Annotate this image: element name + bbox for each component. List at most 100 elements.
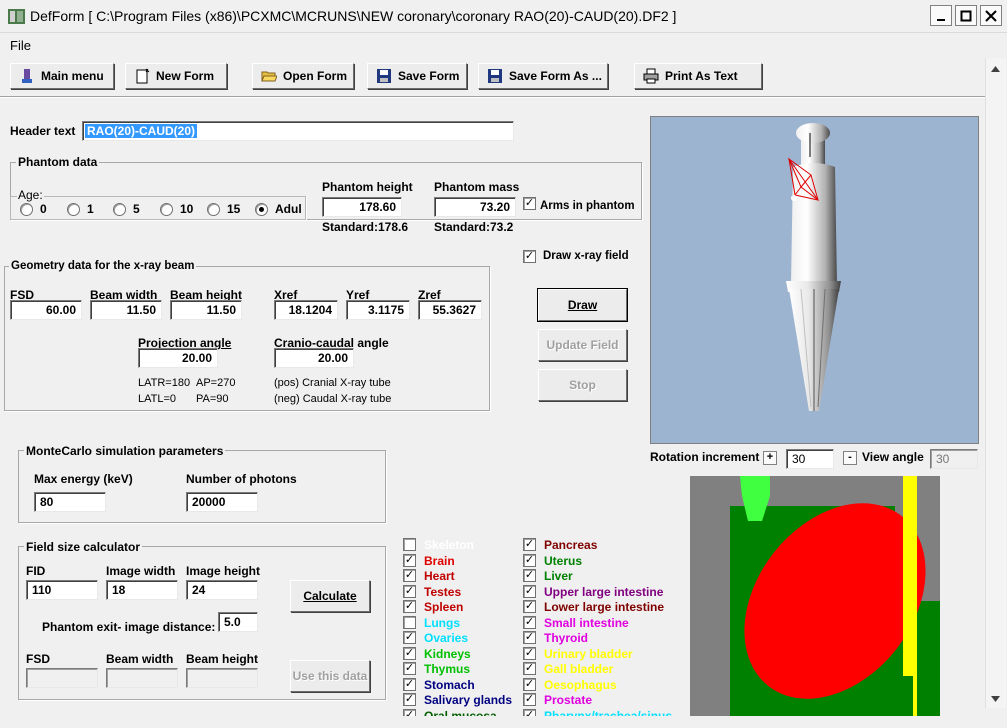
age-radio-1[interactable] [67, 203, 80, 216]
beam-height-input[interactable]: 11.50 [170, 300, 242, 320]
age-radio-0[interactable] [20, 203, 33, 216]
organ-checkbox[interactable]: ✓ [403, 631, 416, 644]
organ-checkbox[interactable]: ✓ [523, 584, 536, 598]
window-title: DefForm [ C:\Program Files (x86)\PCXMC\M… [30, 8, 677, 24]
update-field-button[interactable]: Update Field [538, 329, 627, 361]
arms-checkbox[interactable]: ✓ [523, 197, 536, 210]
photons-label: Number of photons [186, 472, 297, 486]
view-angle-label: View angle [862, 450, 924, 464]
open-form-button[interactable]: Open Form [252, 63, 354, 89]
save-form-as-button[interactable]: Save Form As ... [478, 63, 608, 89]
header-text-label: Header text [10, 124, 76, 138]
organ-checkbox[interactable]: ✓ [523, 646, 536, 660]
folder-open-icon [261, 71, 277, 82]
close-icon[interactable] [980, 5, 1002, 26]
organ-label: Spleen [424, 600, 464, 614]
organ-checkbox[interactable]: ✓ [523, 662, 536, 675]
slice-view[interactable] [690, 476, 940, 726]
draw-button[interactable]: Draw [537, 288, 628, 322]
organ-checkbox[interactable]: ✓ [403, 646, 416, 660]
image-height-input[interactable]: 24 [186, 580, 258, 600]
organ-checkbox[interactable]: ✓ [523, 538, 536, 551]
organ-checkbox[interactable]: ✓ [523, 553, 536, 567]
organ-checkbox[interactable] [403, 615, 416, 629]
new-form-button[interactable]: New Form [125, 63, 227, 89]
organ-checkbox[interactable]: ✓ [403, 677, 416, 691]
zref-input[interactable]: 55.3627 [418, 300, 482, 320]
image-width-input[interactable]: 18 [106, 580, 178, 600]
rotation-increment-input[interactable]: 30 [786, 449, 834, 469]
yref-input[interactable]: 3.1175 [346, 300, 410, 320]
organ-label: Pancreas [544, 538, 598, 552]
organ-label: Uterus [544, 553, 583, 568]
organ-label: Gall bladder [544, 662, 614, 676]
print-as-text-button[interactable]: Print As Text [634, 63, 762, 89]
rotation-plus-button[interactable]: + [763, 451, 777, 465]
draw-xray-field-checkbox[interactable]: ✓ [523, 250, 536, 263]
organ-checkbox[interactable]: ✓ [523, 600, 536, 613]
phantom-3d-view[interactable] [650, 116, 979, 444]
beam-width-input[interactable]: 11.50 [90, 300, 162, 320]
organ-checkbox[interactable]: ✓ [523, 569, 536, 582]
rotation-minus-button[interactable]: - [843, 451, 857, 465]
organ-checkbox[interactable]: ✓ [403, 553, 416, 567]
cranio-caudal-input[interactable]: 20.00 [274, 348, 354, 368]
age-radio-adul[interactable] [255, 203, 268, 216]
fsd-input[interactable]: 60.00 [10, 300, 82, 320]
age-radio-15[interactable] [207, 203, 220, 216]
organ-label: Kidneys [424, 646, 471, 661]
stop-button[interactable]: Stop [538, 369, 627, 401]
xref-input[interactable]: 18.1204 [274, 300, 338, 320]
note-latl: LATL=0 [138, 393, 177, 405]
phantom-mass-standard: Standard:73.2 [434, 220, 514, 234]
main-menu-button[interactable]: Main menu [10, 63, 114, 89]
organ-checkbox[interactable]: ✓ [403, 693, 416, 706]
organ-checkbox[interactable]: ✓ [523, 615, 536, 629]
max-energy-input[interactable]: 80 [34, 492, 106, 512]
use-this-data-button[interactable]: Use this data [290, 660, 370, 692]
organ-checkbox[interactable]: ✓ [523, 631, 536, 644]
stop-label: Stop [569, 378, 596, 392]
photons-input[interactable]: 20000 [186, 492, 258, 512]
organ-checkbox[interactable]: ✓ [523, 693, 536, 706]
menu-file[interactable]: File [10, 38, 31, 53]
age-radio-10[interactable] [160, 203, 173, 216]
montecarlo-group [18, 450, 386, 523]
projection-angle-input[interactable]: 20.00 [138, 348, 218, 368]
organ-checkbox[interactable]: ✓ [403, 662, 416, 675]
minimize-icon[interactable] [930, 5, 952, 26]
scroll-up-icon[interactable] [987, 62, 1003, 76]
note-ap: AP=270 [196, 377, 236, 389]
header-text-input[interactable]: RAO(20)-CAUD(20) [82, 121, 514, 141]
organ-checkbox[interactable] [403, 538, 416, 551]
organ-checkbox[interactable]: ✓ [403, 600, 416, 613]
organ-label: Salivary glands [424, 693, 513, 707]
fid-input[interactable]: 110 [26, 580, 98, 600]
organ-checkbox[interactable]: ✓ [403, 584, 416, 598]
maximize-icon[interactable] [955, 5, 977, 26]
scroll-down-icon[interactable] [987, 692, 1003, 706]
phantom-height-input[interactable]: 178.60 [322, 197, 402, 217]
note-neg: (neg) Caudal X-ray tube [274, 393, 392, 405]
organ-label: Liver [544, 569, 573, 583]
fid-label: FID [26, 564, 46, 578]
image-width-label: Image width [106, 564, 176, 578]
open-form-label: Open Form [283, 69, 348, 83]
organ-label: Lungs [424, 615, 460, 630]
age-radio-label: 0 [40, 202, 47, 216]
phantom-height-label: Phantom height [322, 180, 413, 194]
vertical-scrollbar[interactable] [985, 58, 1006, 708]
slice-render [690, 476, 940, 726]
app-icon [7, 7, 26, 26]
phantom-mass-input[interactable]: 73.20 [434, 197, 516, 217]
use-this-data-label: Use this data [292, 669, 368, 683]
exit-distance-input[interactable]: 5.0 [218, 612, 258, 632]
organ-checkbox[interactable]: ✓ [403, 569, 416, 582]
organ-checkbox[interactable]: ✓ [523, 677, 536, 691]
calculate-button[interactable]: Calculate [290, 580, 370, 612]
save-form-button[interactable]: Save Form [367, 63, 467, 89]
exit-distance-label: Phantom exit- image distance: [42, 620, 216, 634]
image-height-label: Image height [186, 564, 261, 578]
age-radio-5[interactable] [113, 203, 126, 216]
horizontal-scrollbar[interactable] [0, 716, 985, 728]
